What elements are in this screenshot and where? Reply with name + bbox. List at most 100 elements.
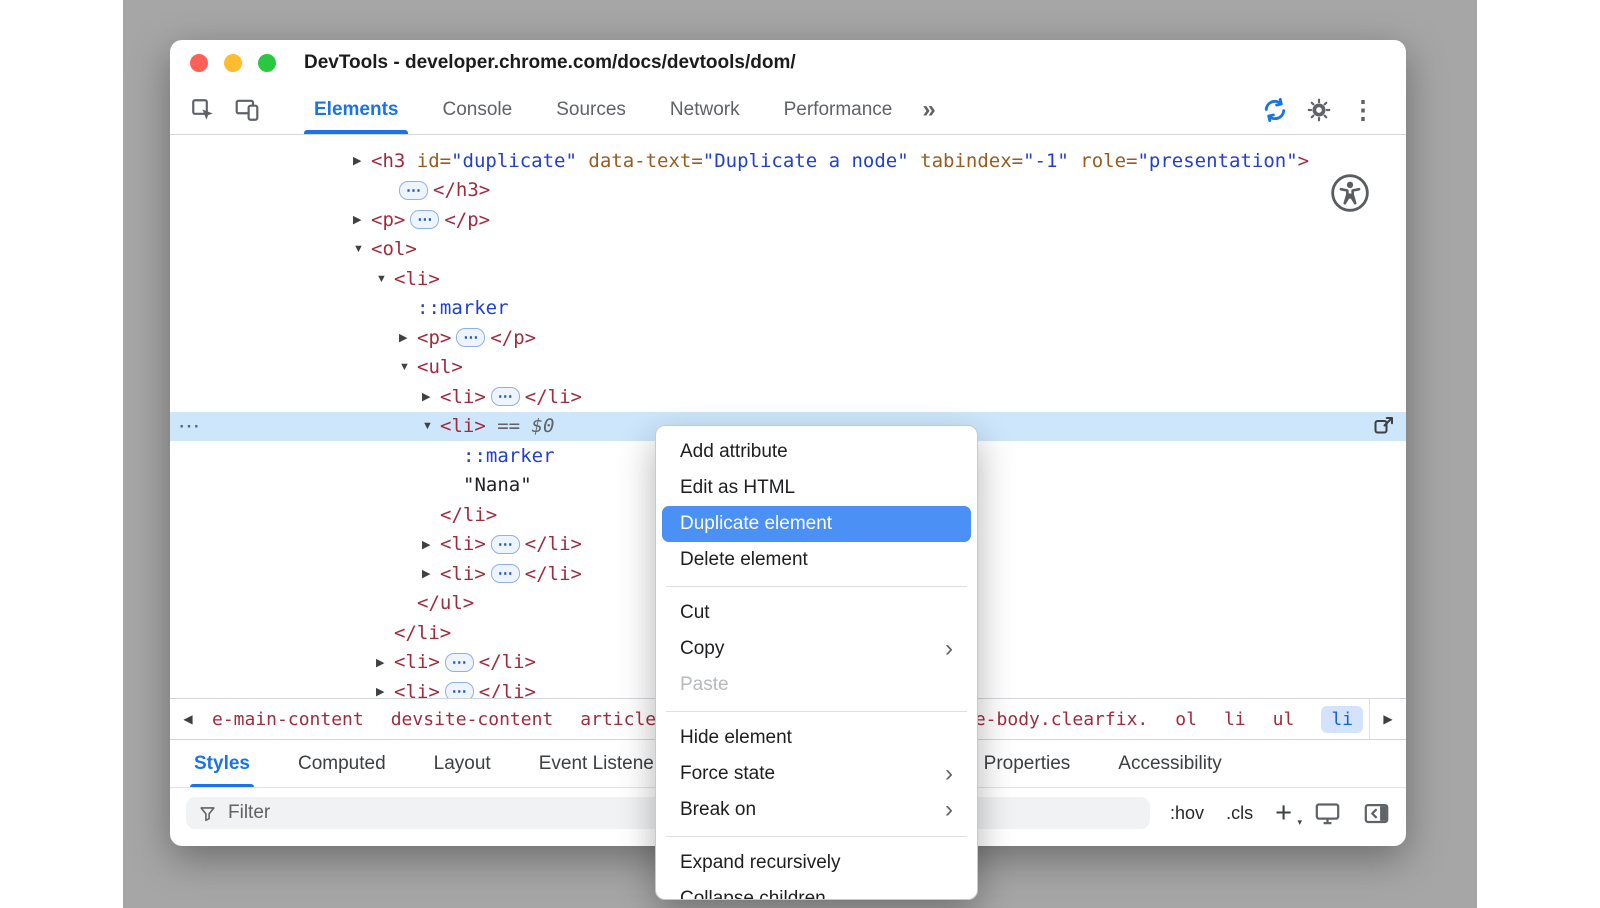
menu-divider: [666, 836, 967, 837]
breadcrumb-ol[interactable]: ol: [1175, 709, 1197, 730]
chevron-right-icon[interactable]: ▶: [353, 154, 371, 167]
close-window-button[interactable]: [190, 54, 208, 72]
tab-accessibility[interactable]: Accessibility: [1114, 740, 1225, 787]
menu-item-hide-element[interactable]: Hide element: [656, 720, 977, 756]
breadcrumb-li[interactable]: li: [1224, 709, 1246, 730]
tab-layout[interactable]: Layout: [430, 740, 495, 787]
tree-row[interactable]: ::marker: [170, 294, 1406, 324]
code-token: </li>: [525, 533, 582, 555]
menu-divider: [666, 711, 967, 712]
tree-row[interactable]: ▼<ol>: [170, 235, 1406, 265]
code-token: <li>: [394, 651, 440, 673]
code-token: <p>: [417, 327, 451, 349]
toggle-sidebar-icon[interactable]: [1363, 800, 1390, 827]
chevron-right-icon[interactable]: ▶: [376, 656, 394, 669]
more-tabs-icon[interactable]: »: [922, 96, 935, 124]
tab-properties[interactable]: Properties: [980, 740, 1075, 787]
chevron-right-icon[interactable]: ▶: [399, 331, 417, 344]
monitor-icon[interactable]: [1314, 800, 1341, 827]
code-token: </li>: [440, 504, 497, 526]
code-token: <li>: [394, 681, 440, 698]
row-overflow-icon[interactable]: ⋯: [178, 413, 200, 439]
breadcrumb-scroll-left-icon[interactable]: ◀: [170, 699, 206, 739]
ellipsis-expander-icon[interactable]: ⋯: [445, 653, 474, 672]
breadcrumb-li[interactable]: li: [1321, 706, 1363, 733]
code-token: "Duplicate a node": [703, 150, 909, 172]
code-token: "duplicate": [451, 150, 577, 172]
breadcrumb-devsite-content[interactable]: devsite-content: [391, 709, 554, 730]
menu-item-label: Hide element: [680, 727, 792, 749]
ellipsis-expander-icon[interactable]: ⋯: [491, 535, 520, 554]
tree-row[interactable]: ⋯</h3>: [170, 176, 1406, 206]
kebab-menu-icon[interactable]: ⋮: [1346, 93, 1380, 127]
tree-row[interactable]: ▼<ul>: [170, 353, 1406, 383]
chevron-down-icon[interactable]: ▼: [353, 243, 371, 255]
filter-funnel-icon: [198, 804, 217, 823]
ellipsis-expander-icon[interactable]: ⋯: [410, 210, 439, 229]
menu-item-copy[interactable]: Copy›: [656, 631, 977, 667]
menu-item-label: Break on: [680, 799, 756, 821]
tree-row[interactable]: ▶<h3 id="duplicate" data-text="Duplicate…: [170, 146, 1406, 176]
chevron-right-icon[interactable]: ▶: [422, 538, 440, 551]
breadcrumb-ul[interactable]: ul: [1273, 709, 1295, 730]
toggle-element-state-button[interactable]: :hov: [1170, 803, 1204, 824]
chevron-right-icon[interactable]: ▶: [422, 567, 440, 580]
tree-row[interactable]: ▶<p>⋯</p>: [170, 205, 1406, 235]
menu-item-expand-recursively[interactable]: Expand recursively: [656, 845, 977, 881]
devtools-tab-performance[interactable]: Performance: [762, 86, 915, 134]
tab-styles[interactable]: Styles: [190, 740, 254, 787]
devtools-toolbar: ElementsConsoleSourcesNetworkPerformance…: [170, 86, 1406, 135]
breadcrumb-scroll-right-icon[interactable]: ▶: [1369, 699, 1406, 739]
copy-arrow-icon[interactable]: [1372, 414, 1396, 438]
menu-item-label: Paste: [680, 674, 729, 696]
menu-item-delete-element[interactable]: Delete element: [656, 542, 977, 578]
tree-row[interactable]: ▶<li>⋯</li>: [170, 382, 1406, 412]
device-toolbar-icon[interactable]: [230, 93, 264, 127]
chevron-right-icon[interactable]: ▶: [376, 685, 394, 698]
ellipsis-expander-icon[interactable]: ⋯: [445, 682, 474, 698]
sync-arrows-icon[interactable]: [1258, 93, 1292, 127]
code-token: >: [1298, 150, 1309, 172]
menu-item-cut[interactable]: Cut: [656, 595, 977, 631]
chevron-down-icon[interactable]: ▼: [422, 420, 440, 432]
plus-caret-icon: ▾: [1297, 818, 1302, 827]
menu-item-label: Delete element: [680, 549, 808, 571]
minimize-window-button[interactable]: [224, 54, 242, 72]
ellipsis-expander-icon[interactable]: ⋯: [399, 181, 428, 200]
menu-item-collapse-children[interactable]: Collapse children: [656, 881, 977, 900]
chevron-down-icon[interactable]: ▼: [376, 273, 394, 285]
menu-item-break-on[interactable]: Break on›: [656, 792, 977, 828]
zoom-window-button[interactable]: [258, 54, 276, 72]
code-token: <p>: [371, 209, 405, 231]
chevron-right-icon[interactable]: ▶: [422, 390, 440, 403]
new-style-rule-button[interactable]: +▾: [1275, 799, 1292, 828]
menu-item-force-state[interactable]: Force state›: [656, 756, 977, 792]
tab-computed[interactable]: Computed: [294, 740, 390, 787]
menu-item-duplicate-element[interactable]: Duplicate element: [662, 506, 971, 542]
tree-row[interactable]: ▶<p>⋯</p>: [170, 323, 1406, 353]
menu-item-edit-as-html[interactable]: Edit as HTML: [656, 470, 977, 506]
ellipsis-expander-icon[interactable]: ⋯: [491, 564, 520, 583]
devtools-tab-sources[interactable]: Sources: [534, 86, 648, 134]
breadcrumb-e-main-content[interactable]: e-main-content: [212, 709, 364, 730]
code-token: <li>: [440, 386, 486, 408]
ellipsis-expander-icon[interactable]: ⋯: [456, 328, 485, 347]
breadcrumb-article[interactable]: article: [580, 709, 656, 730]
tree-row[interactable]: ▼<li>: [170, 264, 1406, 294]
devtools-tab-elements[interactable]: Elements: [292, 86, 420, 134]
accessibility-icon[interactable]: [1330, 173, 1370, 213]
devtools-tab-bar: ElementsConsoleSourcesNetworkPerformance: [292, 86, 914, 134]
inspect-element-icon[interactable]: [186, 93, 220, 127]
devtools-tab-network[interactable]: Network: [648, 86, 762, 134]
chevron-down-icon[interactable]: ▼: [399, 361, 417, 373]
code-token: </li>: [394, 622, 451, 644]
settings-gear-icon[interactable]: [1302, 93, 1336, 127]
ellipsis-expander-icon[interactable]: ⋯: [491, 387, 520, 406]
menu-item-add-attribute[interactable]: Add attribute: [656, 434, 977, 470]
code-token: <li>: [440, 415, 486, 437]
element-classes-button[interactable]: .cls: [1226, 803, 1253, 824]
tab-event-listeners[interactable]: Event Listeners: [535, 740, 674, 787]
code-token: ==: [486, 415, 532, 437]
devtools-tab-console[interactable]: Console: [420, 86, 534, 134]
chevron-right-icon[interactable]: ▶: [353, 213, 371, 226]
